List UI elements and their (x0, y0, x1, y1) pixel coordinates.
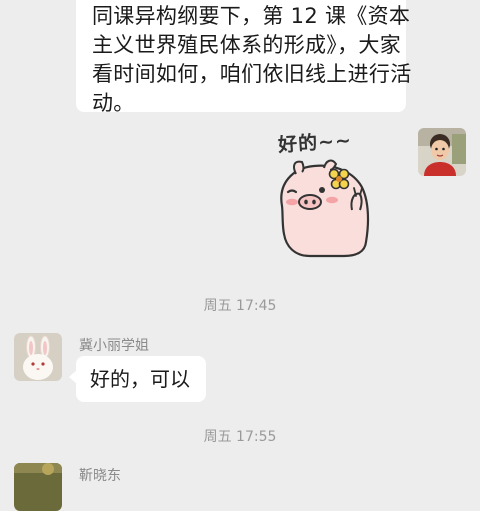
avatar-self[interactable] (418, 128, 466, 176)
sender-name: 冀小丽学姐 (79, 338, 149, 354)
timestamp: 周五 17:55 (203, 429, 277, 445)
rabbit-avatar[interactable] (14, 333, 62, 381)
pig-sticker-icon[interactable]: 好的~~ (270, 128, 400, 258)
message-bubble-previous[interactable]: 同课异构纲要下，第 12 课《资本 主义世界殖民体系的形成》，大家 看时间如何，… (76, 0, 412, 115)
rabbit-icon (14, 333, 62, 381)
message-line: 同课异构纲要下，第 12 课《资本 (92, 4, 411, 28)
message-bubble-reply[interactable]: 好的，可以 (69, 356, 206, 402)
landscape-icon (14, 463, 62, 511)
message-line: 动。 (92, 91, 135, 115)
message-line: 看时间如何，咱们依旧线上进行活 (92, 62, 412, 86)
child-photo-avatar (418, 128, 466, 176)
sender-name: 靳晓东 (79, 468, 121, 484)
timestamp: 周五 17:45 (203, 298, 277, 314)
message-line: 主义世界殖民体系的形成》，大家 (92, 33, 401, 57)
message-text: 好的，可以 (90, 367, 190, 391)
sticker-caption: 好的~~ (277, 129, 353, 157)
landscape-avatar[interactable] (14, 463, 62, 511)
